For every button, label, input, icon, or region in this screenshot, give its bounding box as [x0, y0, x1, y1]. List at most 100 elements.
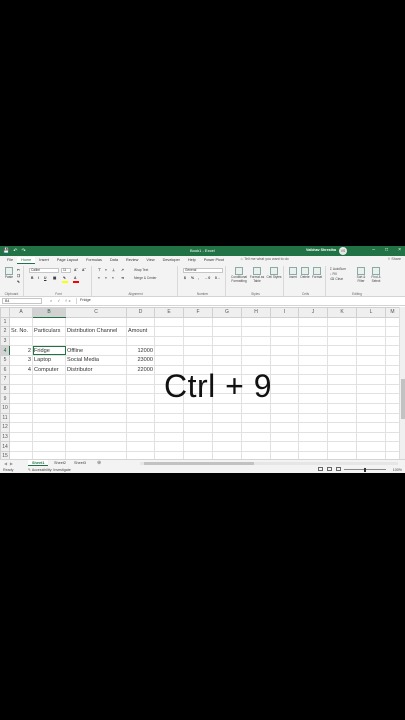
cell[interactable] — [32, 431, 66, 443]
shrink-font-icon[interactable]: Aˇ — [82, 268, 86, 272]
cell[interactable] — [298, 335, 328, 347]
row-header[interactable]: 9 — [0, 393, 10, 404]
cell[interactable] — [298, 354, 328, 366]
cell[interactable] — [241, 354, 271, 366]
cell[interactable] — [327, 326, 357, 337]
cell[interactable] — [9, 316, 33, 328]
orientation-icon[interactable]: ↗ — [121, 268, 124, 272]
cell[interactable] — [183, 422, 213, 433]
cell[interactable] — [270, 374, 299, 385]
cell[interactable] — [385, 326, 400, 337]
cell[interactable] — [385, 383, 400, 395]
cell[interactable] — [385, 431, 400, 443]
cell[interactable] — [9, 431, 33, 443]
cell[interactable] — [126, 335, 155, 347]
cell[interactable] — [241, 326, 271, 337]
cell[interactable] — [298, 326, 328, 337]
percent-icon[interactable]: % — [191, 276, 194, 280]
align-bottom-icon[interactable]: ⊥ — [112, 268, 115, 272]
tab-power-pivot[interactable]: Power Pivot — [200, 257, 228, 264]
cell[interactable] — [65, 383, 127, 395]
paste-button[interactable]: Paste — [3, 267, 15, 280]
cell[interactable] — [270, 354, 299, 366]
cell[interactable] — [270, 441, 299, 452]
find-select-button[interactable]: Find & Select — [369, 267, 383, 283]
cell[interactable] — [183, 345, 213, 356]
undo-icon[interactable]: ↶ — [13, 248, 17, 254]
tab-home[interactable]: Home — [17, 257, 36, 264]
cell[interactable] — [356, 422, 386, 433]
conditional-formatting-button[interactable]: Conditional Formatting — [229, 267, 249, 283]
cell[interactable] — [183, 316, 213, 328]
cell[interactable] — [270, 316, 299, 328]
cell[interactable] — [65, 422, 127, 433]
row-header[interactable]: 5 — [0, 354, 10, 366]
vertical-scroll-thumb[interactable] — [401, 379, 405, 419]
cell[interactable] — [270, 422, 299, 433]
cell[interactable] — [212, 354, 242, 366]
cell[interactable]: Fridge — [32, 345, 66, 356]
cell[interactable] — [270, 335, 299, 347]
cell[interactable] — [212, 431, 242, 443]
cell[interactable] — [327, 393, 357, 404]
cell[interactable] — [298, 374, 328, 385]
cell[interactable]: Particulars — [32, 326, 66, 337]
indent-icon[interactable]: ⇥ — [121, 276, 124, 280]
page-layout-view-icon[interactable] — [327, 467, 332, 471]
cell[interactable] — [270, 364, 299, 376]
format-as-table-button[interactable]: Format as Table — [249, 267, 265, 283]
align-center-icon[interactable]: ≡ — [105, 276, 107, 280]
cell[interactable] — [241, 441, 271, 452]
cell[interactable] — [356, 364, 386, 376]
tab-developer[interactable]: Developer — [159, 257, 184, 264]
formula-input[interactable]: Fridge — [76, 298, 402, 304]
cell[interactable]: Distributor — [65, 364, 127, 376]
cell[interactable] — [385, 412, 400, 424]
cell[interactable] — [270, 412, 299, 424]
cell[interactable]: 4 — [9, 364, 33, 376]
cell[interactable]: 2 — [9, 345, 33, 356]
minimize-icon[interactable]: – — [372, 247, 375, 253]
user-name[interactable]: Vaibhav Shrestha — [306, 248, 336, 252]
column-header-h[interactable]: H — [241, 307, 271, 318]
cell[interactable] — [298, 441, 328, 452]
tell-me-search[interactable]: ☼ Tell me what you want to do — [240, 257, 289, 261]
cell[interactable] — [356, 335, 386, 347]
align-right-icon[interactable]: ≡ — [112, 276, 114, 280]
cell[interactable]: Amount — [126, 326, 155, 337]
cell[interactable] — [154, 412, 184, 424]
cell[interactable] — [356, 402, 386, 414]
cell[interactable] — [183, 412, 213, 424]
tab-page-layout[interactable]: Page Layout — [53, 257, 82, 264]
page-break-view-icon[interactable] — [336, 467, 341, 471]
cell[interactable] — [154, 316, 184, 328]
cell[interactable]: Laptop — [32, 354, 66, 366]
cell[interactable] — [327, 412, 357, 424]
cell[interactable] — [241, 431, 271, 443]
cell[interactable] — [65, 393, 127, 404]
cell[interactable] — [298, 412, 328, 424]
align-left-icon[interactable]: ≡ — [98, 276, 100, 280]
cell[interactable] — [9, 412, 33, 424]
underline-button[interactable]: U — [44, 276, 46, 280]
sort-filter-button[interactable]: Sort & Filter — [354, 267, 368, 283]
grow-font-icon[interactable]: Aˆ — [74, 268, 78, 272]
cell[interactable] — [183, 441, 213, 452]
row-header[interactable]: 10 — [0, 402, 10, 414]
cell[interactable]: Sr. No. — [9, 326, 33, 337]
cell[interactable] — [356, 393, 386, 404]
cell[interactable] — [32, 441, 66, 452]
cell[interactable] — [32, 316, 66, 328]
cell[interactable]: Offline — [65, 345, 127, 356]
cell[interactable] — [385, 316, 400, 328]
cell[interactable] — [385, 374, 400, 385]
cell[interactable] — [32, 383, 66, 395]
cell[interactable] — [385, 393, 400, 404]
cell[interactable] — [385, 345, 400, 356]
cell-styles-button[interactable]: Cell Styles — [266, 267, 282, 280]
font-name-select[interactable]: Calibri — [29, 268, 59, 273]
cell[interactable] — [126, 431, 155, 443]
cell[interactable] — [126, 374, 155, 385]
cell[interactable] — [327, 374, 357, 385]
cell[interactable] — [385, 364, 400, 376]
